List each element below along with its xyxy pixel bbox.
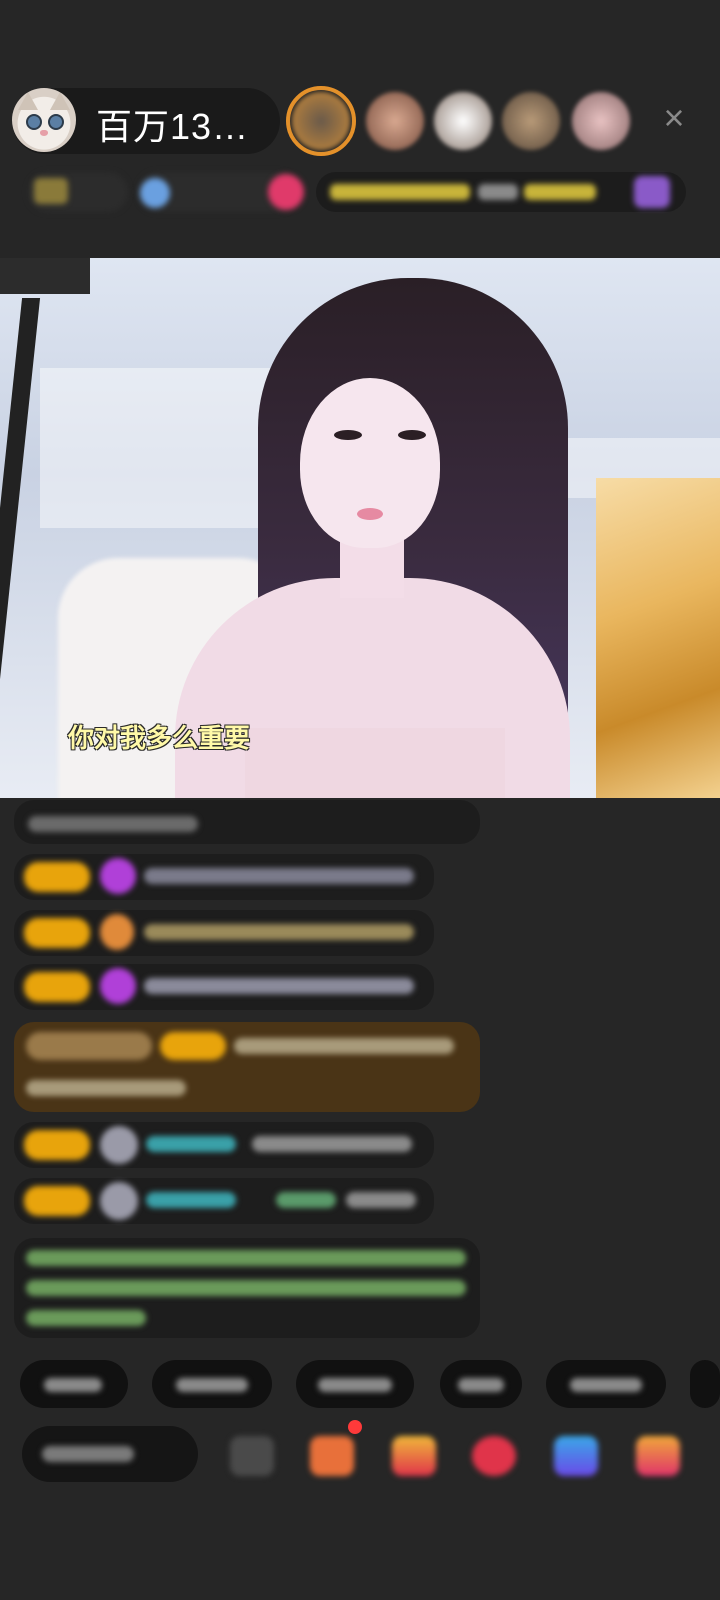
game-icon[interactable] xyxy=(554,1436,598,1476)
fan-level-badge xyxy=(24,972,90,1002)
heart-gift-icon[interactable] xyxy=(472,1436,516,1476)
popularity-icon xyxy=(140,178,170,208)
vip-badge xyxy=(26,1032,152,1060)
chat-text xyxy=(252,1136,412,1152)
notice-text xyxy=(26,1310,146,1326)
announcement-text-3 xyxy=(524,184,596,200)
fan-level-badge xyxy=(24,862,90,892)
quick-reply-text xyxy=(176,1378,248,1392)
diamond-icon xyxy=(100,858,136,894)
notification-dot xyxy=(348,1420,362,1434)
fan-level-badge xyxy=(160,1032,226,1060)
avatar-icon xyxy=(100,1126,138,1164)
quick-reply-text xyxy=(570,1378,642,1392)
viewer-avatar-5[interactable] xyxy=(572,92,630,150)
badge-icon xyxy=(100,914,134,950)
avatar-icon xyxy=(100,1182,138,1220)
gift-icon[interactable] xyxy=(636,1436,680,1476)
gift-rank-icon[interactable] xyxy=(268,174,304,210)
chat-text xyxy=(346,1192,416,1208)
announcement-text-1 xyxy=(330,184,470,200)
notice-text xyxy=(26,1250,466,1266)
chat-text xyxy=(144,924,414,940)
viewer-avatar-1[interactable] xyxy=(292,92,350,150)
chat-text xyxy=(146,1136,236,1152)
announcement-icon xyxy=(634,176,670,208)
host-name[interactable]: 百万13… xyxy=(96,98,249,150)
announcement-text-2 xyxy=(478,184,518,200)
fan-level-badge xyxy=(24,918,90,948)
lyric-subtitle: 你对我多么重要 xyxy=(68,723,251,753)
diamond-icon xyxy=(100,968,136,1004)
quick-reply-text xyxy=(318,1378,392,1392)
close-icon[interactable]: × xyxy=(656,100,692,136)
gift-box-icon[interactable] xyxy=(310,1436,354,1476)
more-icon[interactable] xyxy=(230,1436,274,1476)
chat-text xyxy=(144,868,414,884)
chat-text xyxy=(146,1192,236,1208)
rank-badge-icon xyxy=(34,178,68,204)
lucky-bag-icon[interactable] xyxy=(392,1436,436,1476)
notice-text xyxy=(26,1280,466,1296)
host-avatar[interactable] xyxy=(12,88,76,152)
quick-reply-6[interactable] xyxy=(690,1360,720,1408)
chat-text xyxy=(144,978,414,994)
chat-text xyxy=(26,1080,186,1096)
chat-text xyxy=(276,1192,336,1208)
side-promo-image[interactable] xyxy=(596,478,720,798)
chat-text xyxy=(234,1038,454,1054)
fan-level-badge xyxy=(24,1186,90,1216)
quick-reply-text xyxy=(44,1378,102,1392)
viewer-avatar-4[interactable] xyxy=(502,92,560,150)
viewer-avatar-3[interactable] xyxy=(434,92,492,150)
viewer-avatar-2[interactable] xyxy=(366,92,424,150)
live-video[interactable] xyxy=(0,258,720,798)
chat-input-placeholder xyxy=(42,1446,134,1462)
fan-level-badge xyxy=(24,1130,90,1160)
quick-reply-text xyxy=(458,1378,504,1392)
chat-text xyxy=(28,816,198,832)
